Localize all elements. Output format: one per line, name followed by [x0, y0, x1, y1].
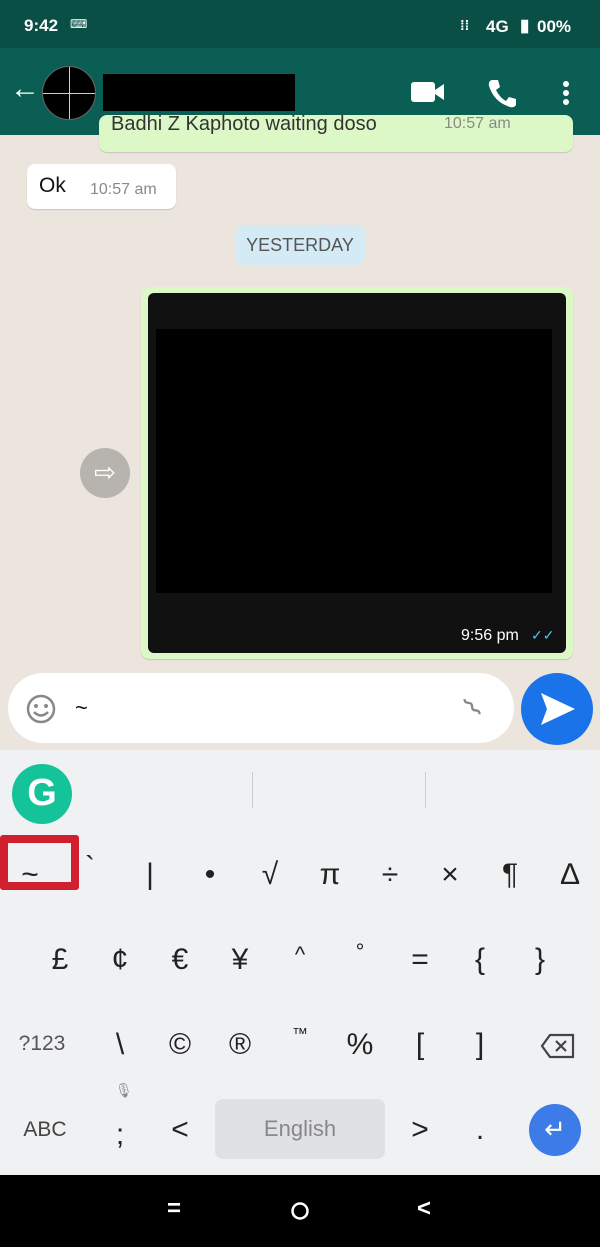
key-bullet[interactable]: •	[180, 845, 240, 905]
key-divide[interactable]: ÷	[360, 845, 420, 905]
key-euro[interactable]: €	[150, 930, 210, 990]
key-rbrace[interactable]: }	[510, 930, 570, 990]
key-cent[interactable]: ¢	[90, 930, 150, 990]
status-bar: 9:42 ⌨ ⁞⁞ 4G ▮ 00%	[0, 0, 600, 48]
key-tilde[interactable]: ~	[0, 845, 60, 905]
contact-name-redacted[interactable]	[103, 74, 295, 111]
battery-icon: ▮	[520, 16, 530, 35]
message-text: Badhi Z Kaphoto waiting doso	[111, 115, 377, 135]
received-message[interactable]: Ok 10:57 am	[27, 164, 176, 209]
key-pound[interactable]: £	[30, 930, 90, 990]
emoji-icon[interactable]	[26, 694, 56, 724]
read-receipt-icon: ✓✓	[531, 627, 555, 643]
key-copyright[interactable]: ©	[150, 1015, 210, 1075]
keyboard-indicator-icon: ⌨	[70, 17, 88, 31]
status-time: 9:42	[24, 16, 59, 35]
signal-icon: ⁞⁞	[460, 17, 470, 33]
key-lbrace[interactable]: {	[450, 930, 510, 990]
key-delta[interactable]: ∆	[540, 845, 600, 905]
back-arrow-icon[interactable]: ←	[10, 72, 40, 106]
key-yen[interactable]: ¥	[210, 930, 270, 990]
forward-icon[interactable]: ⇨	[80, 448, 130, 498]
key-degree[interactable]: °	[330, 922, 390, 982]
suggestion-divider	[425, 772, 426, 808]
sent-message-partial[interactable]: Badhi Z Kaphoto waiting doso 10:57 am	[99, 115, 573, 152]
back-icon[interactable]: <	[417, 1195, 431, 1223]
key-lbracket[interactable]: [	[390, 1015, 450, 1075]
key-multiply[interactable]: ×	[420, 845, 480, 905]
sent-image-message[interactable]: 9:56 pm ✓✓	[141, 287, 573, 659]
key-symbols-switch[interactable]: ?123	[7, 1014, 77, 1074]
key-backslash[interactable]: \	[90, 1015, 150, 1075]
network-type: 4G	[486, 17, 509, 36]
key-greater-than[interactable]: >	[390, 1100, 450, 1160]
more-vert-icon[interactable]	[560, 80, 572, 106]
key-sqrt[interactable]: √	[240, 845, 300, 905]
key-rbracket[interactable]: ]	[450, 1015, 510, 1075]
message-time: 9:56 pm	[461, 627, 519, 644]
send-icon	[541, 693, 575, 725]
grammarly-icon[interactable]: G	[12, 764, 72, 824]
navigation-bar: = <	[0, 1175, 600, 1247]
battery-level: 00%	[537, 17, 572, 36]
message-composer[interactable]: ⌇	[8, 673, 514, 743]
message-input[interactable]	[75, 692, 455, 724]
chat-area: Badhi Z Kaphoto waiting doso 10:57 am Ok…	[0, 115, 600, 750]
recents-icon[interactable]: =	[167, 1195, 181, 1223]
key-pilcrow[interactable]: ¶	[480, 845, 540, 905]
date-chip: YESTERDAY	[235, 225, 365, 265]
key-pi[interactable]: π	[300, 845, 360, 905]
key-pipe[interactable]: |	[120, 845, 180, 905]
avatar[interactable]	[42, 66, 96, 120]
space-bar[interactable]: English	[215, 1099, 385, 1159]
keyboard: G ~ ` | • √ π ÷ × ¶ ∆ £ ¢ € ¥ ^ ° = { } …	[0, 750, 600, 1175]
key-trademark[interactable]: ™	[270, 1005, 330, 1065]
key-registered[interactable]: ®	[210, 1015, 270, 1075]
key-less-than[interactable]: <	[150, 1100, 210, 1160]
message-text: Ok	[39, 174, 66, 197]
key-period[interactable]: .	[450, 1100, 510, 1160]
mic-icon: 🎙	[115, 1082, 133, 1098]
message-time: 10:57 am	[444, 115, 511, 132]
key-percent[interactable]: %	[330, 1015, 390, 1075]
suggestion-divider	[252, 772, 253, 808]
attach-icon[interactable]: ⌇	[456, 691, 489, 724]
send-button[interactable]	[521, 673, 593, 745]
backspace-icon[interactable]	[540, 1033, 576, 1059]
message-time: 10:57 am	[90, 181, 157, 198]
key-abc[interactable]: ABC	[10, 1100, 80, 1160]
key-semicolon[interactable]: ;	[90, 1105, 150, 1165]
key-caret[interactable]: ^	[270, 925, 330, 985]
enter-key[interactable]: ↵	[529, 1104, 581, 1156]
home-icon[interactable]	[290, 1201, 310, 1221]
key-backtick[interactable]: `	[60, 838, 120, 898]
phone-icon[interactable]	[486, 78, 518, 108]
key-equals[interactable]: =	[390, 930, 450, 990]
enter-icon: ↵	[544, 1114, 566, 1144]
video-call-icon[interactable]	[411, 82, 445, 102]
